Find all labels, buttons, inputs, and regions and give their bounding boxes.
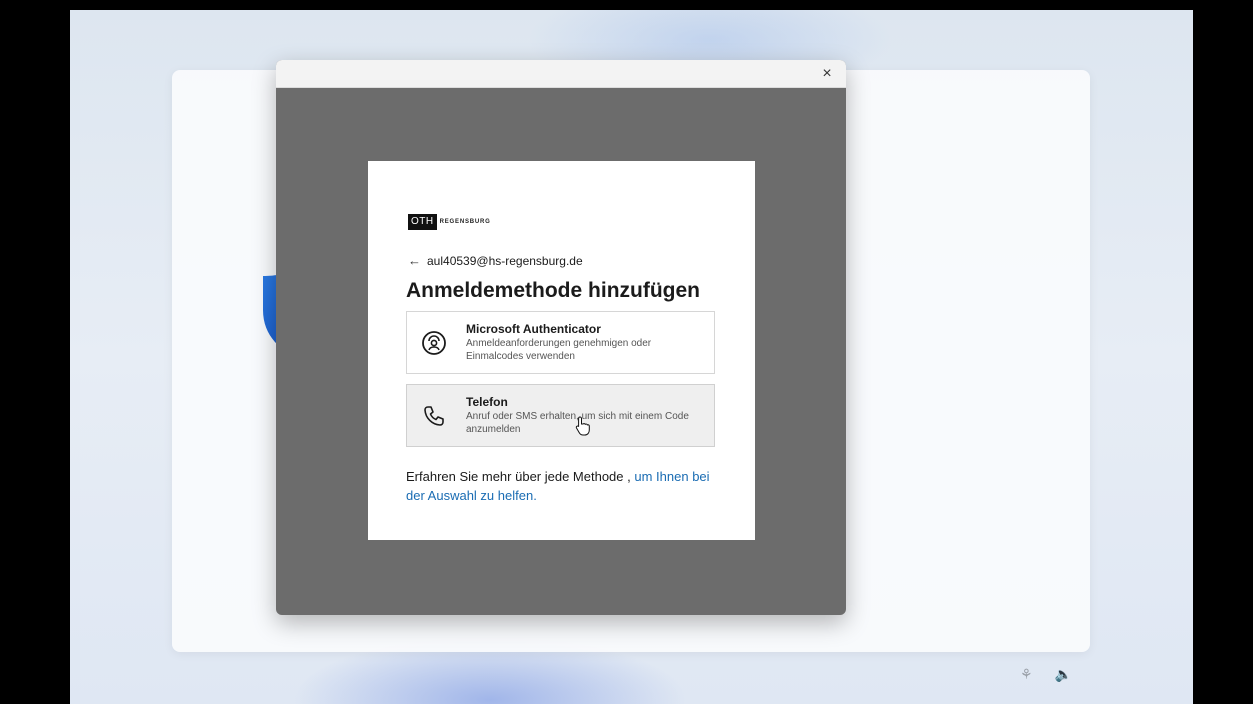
authenticator-lock-icon: [422, 331, 446, 355]
accessibility-icon[interactable]: ⚘: [1020, 666, 1033, 683]
option-telefon[interactable]: Telefon Anruf oder SMS erhalten, um sich…: [406, 384, 715, 447]
hand-cursor-icon: [575, 416, 590, 436]
signin-dialog: × OTH REGENSBURG ← aul40539@hs-regensbur…: [276, 60, 846, 615]
page-title: Anmeldemethode hinzufügen: [406, 279, 700, 302]
logo-text: REGENSBURG: [439, 219, 491, 225]
close-icon: ×: [822, 65, 832, 82]
back-arrow-icon[interactable]: ←: [408, 253, 421, 268]
option-title: Microsoft Authenticator: [466, 322, 601, 336]
account-back-link[interactable]: ← aul40539@hs-regensburg.de: [408, 253, 583, 268]
option-description: Anmeldeanforderungen genehmigen oder Ein…: [466, 338, 652, 362]
phone-icon: [424, 406, 444, 426]
learn-more-text: Erfahren Sie mehr über jede Methode , um…: [406, 467, 726, 505]
account-email: aul40539@hs-regensburg.de: [427, 253, 583, 268]
right-black-bar: [1193, 0, 1253, 704]
option-microsoft-authenticator[interactable]: Microsoft Authenticator Anmeldeanforderu…: [406, 311, 715, 374]
logo-box: OTH: [408, 214, 437, 230]
close-button[interactable]: ×: [816, 63, 838, 85]
dialog-titlebar: ×: [276, 60, 846, 88]
signin-card: OTH REGENSBURG ← aul40539@hs-regensburg.…: [368, 161, 755, 540]
organization-logo: OTH REGENSBURG: [408, 214, 491, 230]
option-title: Telefon: [466, 395, 508, 409]
system-tray: ⚘ 🔈: [1020, 666, 1072, 683]
left-black-bar: [0, 0, 70, 704]
learn-more-prefix: Erfahren Sie mehr über jede Methode ,: [406, 469, 631, 484]
volume-icon[interactable]: 🔈: [1055, 666, 1072, 683]
